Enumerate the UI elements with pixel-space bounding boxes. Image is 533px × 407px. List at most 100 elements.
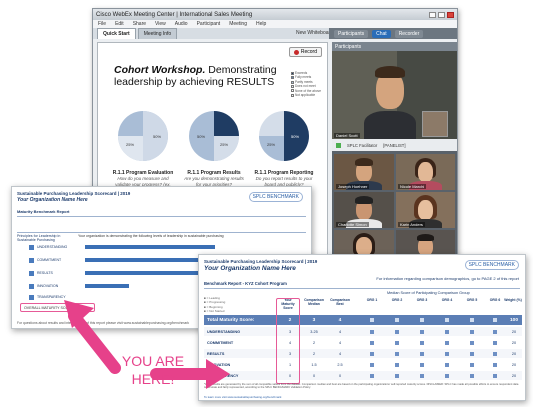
transparency-icon bbox=[29, 294, 34, 300]
table-row: INNOVATION 1 1.5 2.5 20 bbox=[207, 362, 517, 367]
tab-row: Quick Start Meeting Info New Whiteboard … bbox=[93, 28, 457, 39]
record-label: Record bbox=[300, 49, 317, 55]
column-header: Weight (%) bbox=[504, 298, 522, 302]
callout-line-2: HERE! bbox=[131, 371, 175, 387]
slide-headline-bold: Cohort Workshop. bbox=[114, 64, 206, 76]
pie-label: 50% bbox=[197, 134, 205, 139]
column-header: ORG 1 bbox=[366, 298, 378, 302]
menu-bar: File Edit Share View Audio Participant M… bbox=[93, 20, 457, 28]
minimize-button[interactable] bbox=[429, 11, 436, 18]
maturity-bar bbox=[85, 284, 129, 288]
window-controls bbox=[429, 11, 454, 18]
maturity-row: UNDERSTANDING bbox=[17, 243, 305, 251]
table-row: COMMITMENT 4 2 4 20 bbox=[207, 340, 517, 345]
menu-audio[interactable]: Audio bbox=[175, 21, 188, 27]
menu-meeting[interactable]: Meeting bbox=[229, 21, 247, 27]
participant-video[interactable]: Nicole Marchi bbox=[396, 154, 455, 190]
tab-chat[interactable]: Chat bbox=[372, 29, 391, 38]
participant-video[interactable]: Karin Anders bbox=[396, 192, 455, 228]
participants-panel: Participants Daniel Scott SPLC Facilitat… bbox=[332, 42, 457, 274]
column-header: Comparison Median bbox=[304, 298, 324, 306]
column-header: Comparison Best bbox=[330, 298, 350, 306]
score-legend: ■ = Leading ■ = Progressing ■ = Beginnin… bbox=[204, 296, 226, 313]
new-whiteboard-button[interactable]: New Whiteboard bbox=[296, 30, 333, 36]
doc-title: Sustainable Purchasing Leadership Scorec… bbox=[17, 191, 131, 196]
slide-headline: Cohort Workshop. Demonstrating leadershi… bbox=[114, 64, 284, 88]
legend-item: Not applicable bbox=[290, 93, 321, 97]
tab-participants[interactable]: Participants bbox=[334, 29, 369, 38]
comparison-group-heading: Median Score of Participating Comparison… bbox=[387, 291, 470, 295]
participant-name: Karin Anders bbox=[398, 222, 425, 227]
innovation-icon bbox=[29, 283, 34, 289]
participant-name: Charlotte Simon bbox=[336, 222, 369, 227]
menu-share[interactable]: Share bbox=[133, 21, 146, 27]
tab-quick-start[interactable]: Quick Start bbox=[97, 28, 136, 39]
maximize-button[interactable] bbox=[438, 11, 445, 18]
record-icon bbox=[293, 49, 299, 55]
facilitator-status: [PANELIST] bbox=[383, 142, 406, 148]
your-score: 1 bbox=[288, 362, 292, 367]
splc-logo: SPLC BENCHMARK bbox=[464, 260, 519, 270]
divider bbox=[17, 232, 306, 233]
divider bbox=[204, 288, 520, 289]
section-title: Maturity Benchmark Report bbox=[17, 209, 70, 214]
facilitator-label: SPLC Facilitator bbox=[347, 142, 378, 148]
tab-recorder[interactable]: Recorder bbox=[394, 29, 424, 38]
participant-video[interactable]: Joseph Hoehner bbox=[334, 154, 394, 190]
participants-header: Participants bbox=[332, 42, 457, 51]
column-header: ORG 5 bbox=[466, 298, 478, 302]
menu-edit[interactable]: Edit bbox=[115, 21, 124, 27]
pie-chart-program-reporting: 50% 25% bbox=[259, 111, 309, 161]
close-button[interactable] bbox=[447, 11, 454, 18]
pie-label: 25% bbox=[126, 142, 134, 147]
facilitator-row[interactable]: SPLC Facilitator [PANELIST] bbox=[332, 139, 457, 151]
maturity-bar bbox=[85, 271, 215, 275]
pie-label: 25% bbox=[267, 142, 275, 147]
your-score: 4 bbox=[288, 340, 292, 345]
self-view-thumbnail[interactable] bbox=[422, 111, 448, 137]
info-note: For information regarding comparison dem… bbox=[376, 276, 519, 281]
menu-file[interactable]: File bbox=[98, 21, 106, 27]
presenter-name: Daniel Scott bbox=[334, 133, 360, 138]
table-row: TRANSPARENCY 0 0 0 20 bbox=[204, 371, 522, 380]
participant-video[interactable]: Charlotte Simon bbox=[334, 192, 394, 228]
tab-meeting-info[interactable]: Meeting Info bbox=[137, 28, 178, 39]
your-score: 3 bbox=[288, 351, 292, 356]
pie-chart-program-results: 25% 50% bbox=[189, 111, 239, 161]
table-row: RESULTS 3 2 4 20 bbox=[204, 349, 522, 358]
menu-participant[interactable]: Participant bbox=[197, 21, 221, 27]
presenter-video[interactable]: Daniel Scott bbox=[332, 51, 457, 139]
table-row: UNDERSTANDING 3 3.25 4 20 bbox=[204, 327, 522, 336]
window-title: Cisco WebEx Meeting Center | Internation… bbox=[96, 11, 253, 18]
splc-logo: SPLC BENCHMARK bbox=[248, 192, 303, 202]
org-name: Your Organization Name Here bbox=[204, 265, 296, 272]
presenter-hair bbox=[375, 66, 405, 78]
column-header: Your Maturity Score bbox=[281, 298, 295, 310]
participant-name: Nicole Marchi bbox=[398, 184, 427, 189]
program-heading: Your organization is demonstrating the f… bbox=[78, 234, 224, 238]
your-score: 3 bbox=[288, 329, 292, 334]
you-are-here-callout: YOU ARE HERE! bbox=[110, 352, 196, 388]
column-header: ORG 3 bbox=[416, 298, 428, 302]
camera-icon bbox=[336, 142, 341, 148]
column-header: ORG 6 bbox=[489, 298, 501, 302]
menu-view[interactable]: View bbox=[155, 21, 166, 27]
participant-name: Joseph Hoehner bbox=[336, 184, 370, 189]
pie-label: 25% bbox=[220, 142, 228, 147]
maturity-bar bbox=[85, 245, 215, 249]
results-icon bbox=[29, 270, 34, 276]
pie-label: 50% bbox=[291, 134, 299, 139]
column-header: ORG 4 bbox=[441, 298, 453, 302]
your-score: 0 bbox=[288, 373, 292, 378]
org-name: Your Organization Name Here bbox=[17, 197, 88, 203]
divider bbox=[17, 216, 306, 217]
report-notes: *Ideal' results are generated by the sum… bbox=[204, 383, 519, 390]
table-row-total: Total Maturity Score: 2 3 4 100 bbox=[204, 315, 522, 325]
callout-line-1: YOU ARE bbox=[121, 353, 185, 369]
panel-tabs: Participants Chat Recorder bbox=[329, 28, 457, 39]
scorecard-benchmark-report: Sustainable Purchasing Leadership Scorec… bbox=[198, 254, 526, 401]
record-button[interactable]: Record bbox=[288, 47, 322, 57]
window-titlebar: Cisco WebEx Meeting Center | Internation… bbox=[93, 9, 457, 20]
pie-chart-program-evaluation: 50% 25% bbox=[118, 111, 168, 161]
menu-help[interactable]: Help bbox=[256, 21, 266, 27]
